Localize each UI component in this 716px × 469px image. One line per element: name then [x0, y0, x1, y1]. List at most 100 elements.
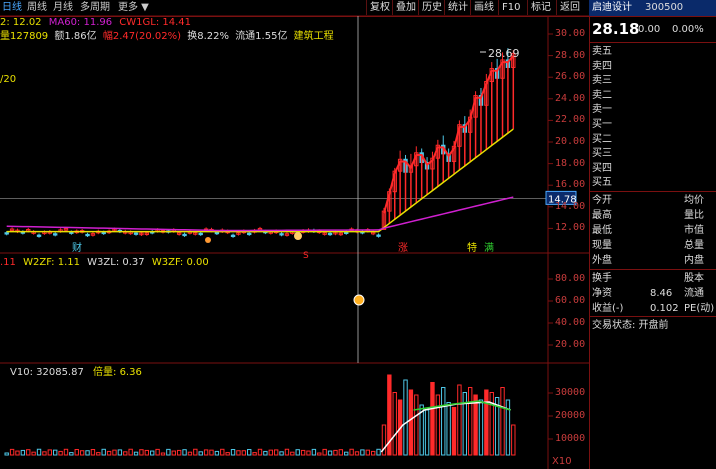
volume-bar — [160, 452, 166, 456]
quote-row: 最高 量比 — [590, 208, 716, 223]
volume-bar — [220, 448, 225, 456]
price-change-pct: 0.00% — [672, 24, 704, 35]
stock-header: 启迪设计 300500 — [589, 0, 716, 16]
volume-bar — [42, 451, 47, 456]
volume-bar — [139, 449, 144, 456]
volume-bar — [187, 451, 193, 456]
quote-label-left: 最低 — [592, 225, 612, 236]
orderbook-buy-label: 买一 — [592, 119, 612, 130]
candle-body — [85, 233, 90, 237]
volume-bar — [150, 450, 155, 456]
volume-bar — [360, 449, 365, 456]
quote-label-left: 现量 — [592, 240, 612, 251]
orderbook-sell-row: 卖四 — [590, 59, 716, 74]
volume-bar — [457, 384, 462, 456]
kline-chart[interactable]: 28.6914.78财涨特满S — [0, 0, 589, 469]
volume-bar — [263, 450, 268, 456]
orderbook-sell-label: 卖一 — [592, 104, 612, 115]
candle-body — [4, 232, 9, 235]
volume-bar — [53, 449, 58, 456]
volume-bar — [112, 449, 117, 456]
candle-body — [327, 232, 333, 236]
turnover-label: 收益(-) — [592, 303, 624, 314]
volume-bar — [106, 450, 112, 456]
quote-panel: 28.18 0.00 0.00% 卖五 卖四 卖三 卖二 卖一 买一 买二 买三 买四 买五 今开… — [589, 16, 716, 469]
volume-bar — [284, 448, 290, 456]
ma60-magenta-line — [6, 196, 514, 232]
orderbook-sell-row: 卖一 — [590, 102, 716, 117]
orderbook-buy-label: 买五 — [592, 177, 612, 188]
last-price: 28.18 — [592, 20, 640, 38]
volume-bar — [236, 450, 241, 456]
indicator-axis-label: 60.00 — [555, 295, 586, 306]
volume-bar — [193, 448, 198, 456]
hand-icon — [205, 237, 211, 243]
volume-bar — [441, 387, 446, 456]
volume-bar — [247, 449, 252, 456]
orderbook-buy-label: 买四 — [592, 162, 612, 174]
volume-bar — [69, 452, 74, 456]
volume-bar — [90, 449, 96, 456]
indicator-axis-label: 20.00 — [555, 339, 586, 350]
quote-label-right: 量比 — [684, 210, 704, 221]
volume-bar — [317, 452, 322, 456]
candle-body — [101, 231, 106, 235]
volume-bar — [478, 399, 484, 456]
candle-body — [214, 231, 220, 235]
volume-bar — [31, 451, 36, 456]
price-axis-label: 18.00 — [555, 157, 586, 169]
turnover-label-right: 股本 — [684, 273, 704, 284]
turnover-value: 8.46 — [650, 288, 673, 299]
orderbook-buy-row: 买五 — [590, 175, 716, 190]
trade-status-row: 交易状态: 开盘前 — [590, 318, 716, 333]
price-change: 0.00 — [638, 24, 661, 35]
quote-label-left: 今开 — [592, 195, 612, 206]
limit-up-marker: 涨 — [398, 242, 408, 254]
volume-bar — [47, 449, 53, 456]
volume-bar — [209, 449, 214, 456]
volume-axis-label: 30000 — [555, 387, 586, 398]
volume-bar — [370, 450, 376, 456]
volume-bar — [300, 449, 306, 456]
volume-bar — [408, 389, 414, 456]
price-axis-label: 26.00 — [555, 71, 586, 83]
volume-bar — [430, 382, 435, 456]
volume-bar — [79, 450, 85, 456]
trade-status: 交易状态: 开盘前 — [592, 320, 669, 331]
volume-bar — [128, 448, 133, 456]
quote-label-right: 内盘 — [684, 255, 704, 266]
volume-bar — [176, 449, 182, 456]
volume-bar — [241, 450, 247, 456]
volume-bar — [198, 451, 203, 456]
volume-bar — [511, 424, 516, 456]
volume-bar — [306, 450, 311, 456]
volume-bar — [446, 402, 451, 456]
volume-bar — [268, 449, 273, 456]
orderbook-sell-label: 卖四 — [592, 60, 612, 72]
volume-bar — [36, 448, 42, 456]
stock-name: 启迪设计 — [592, 2, 632, 13]
volume-bar — [225, 452, 230, 456]
volume-bar — [9, 448, 15, 456]
volume-bar — [182, 449, 187, 456]
volume-bar — [467, 387, 473, 456]
turnover-row: 收益(-) 0.102 PE(动) — [590, 301, 716, 316]
volume-bar — [322, 448, 327, 456]
volume-bar — [365, 449, 370, 456]
volume-bar — [230, 449, 236, 456]
price-axis-label: 22.00 — [555, 114, 586, 126]
candle-body — [376, 234, 381, 237]
orderbook-sell-row: 卖二 — [590, 88, 716, 103]
volume-bar — [451, 407, 457, 456]
quote-label-left: 外盘 — [592, 255, 612, 266]
candle-body — [133, 232, 139, 235]
volume-bar — [85, 450, 90, 456]
volume-bar — [376, 448, 381, 456]
volume-bar — [144, 449, 150, 456]
orderbook-sell-row: 卖三 — [590, 73, 716, 88]
s-marker: S — [303, 251, 309, 261]
candle-body — [198, 232, 203, 236]
volume-bar — [349, 448, 354, 456]
volume-bar — [327, 450, 333, 456]
price-axis-label: 30.00 — [555, 28, 586, 39]
